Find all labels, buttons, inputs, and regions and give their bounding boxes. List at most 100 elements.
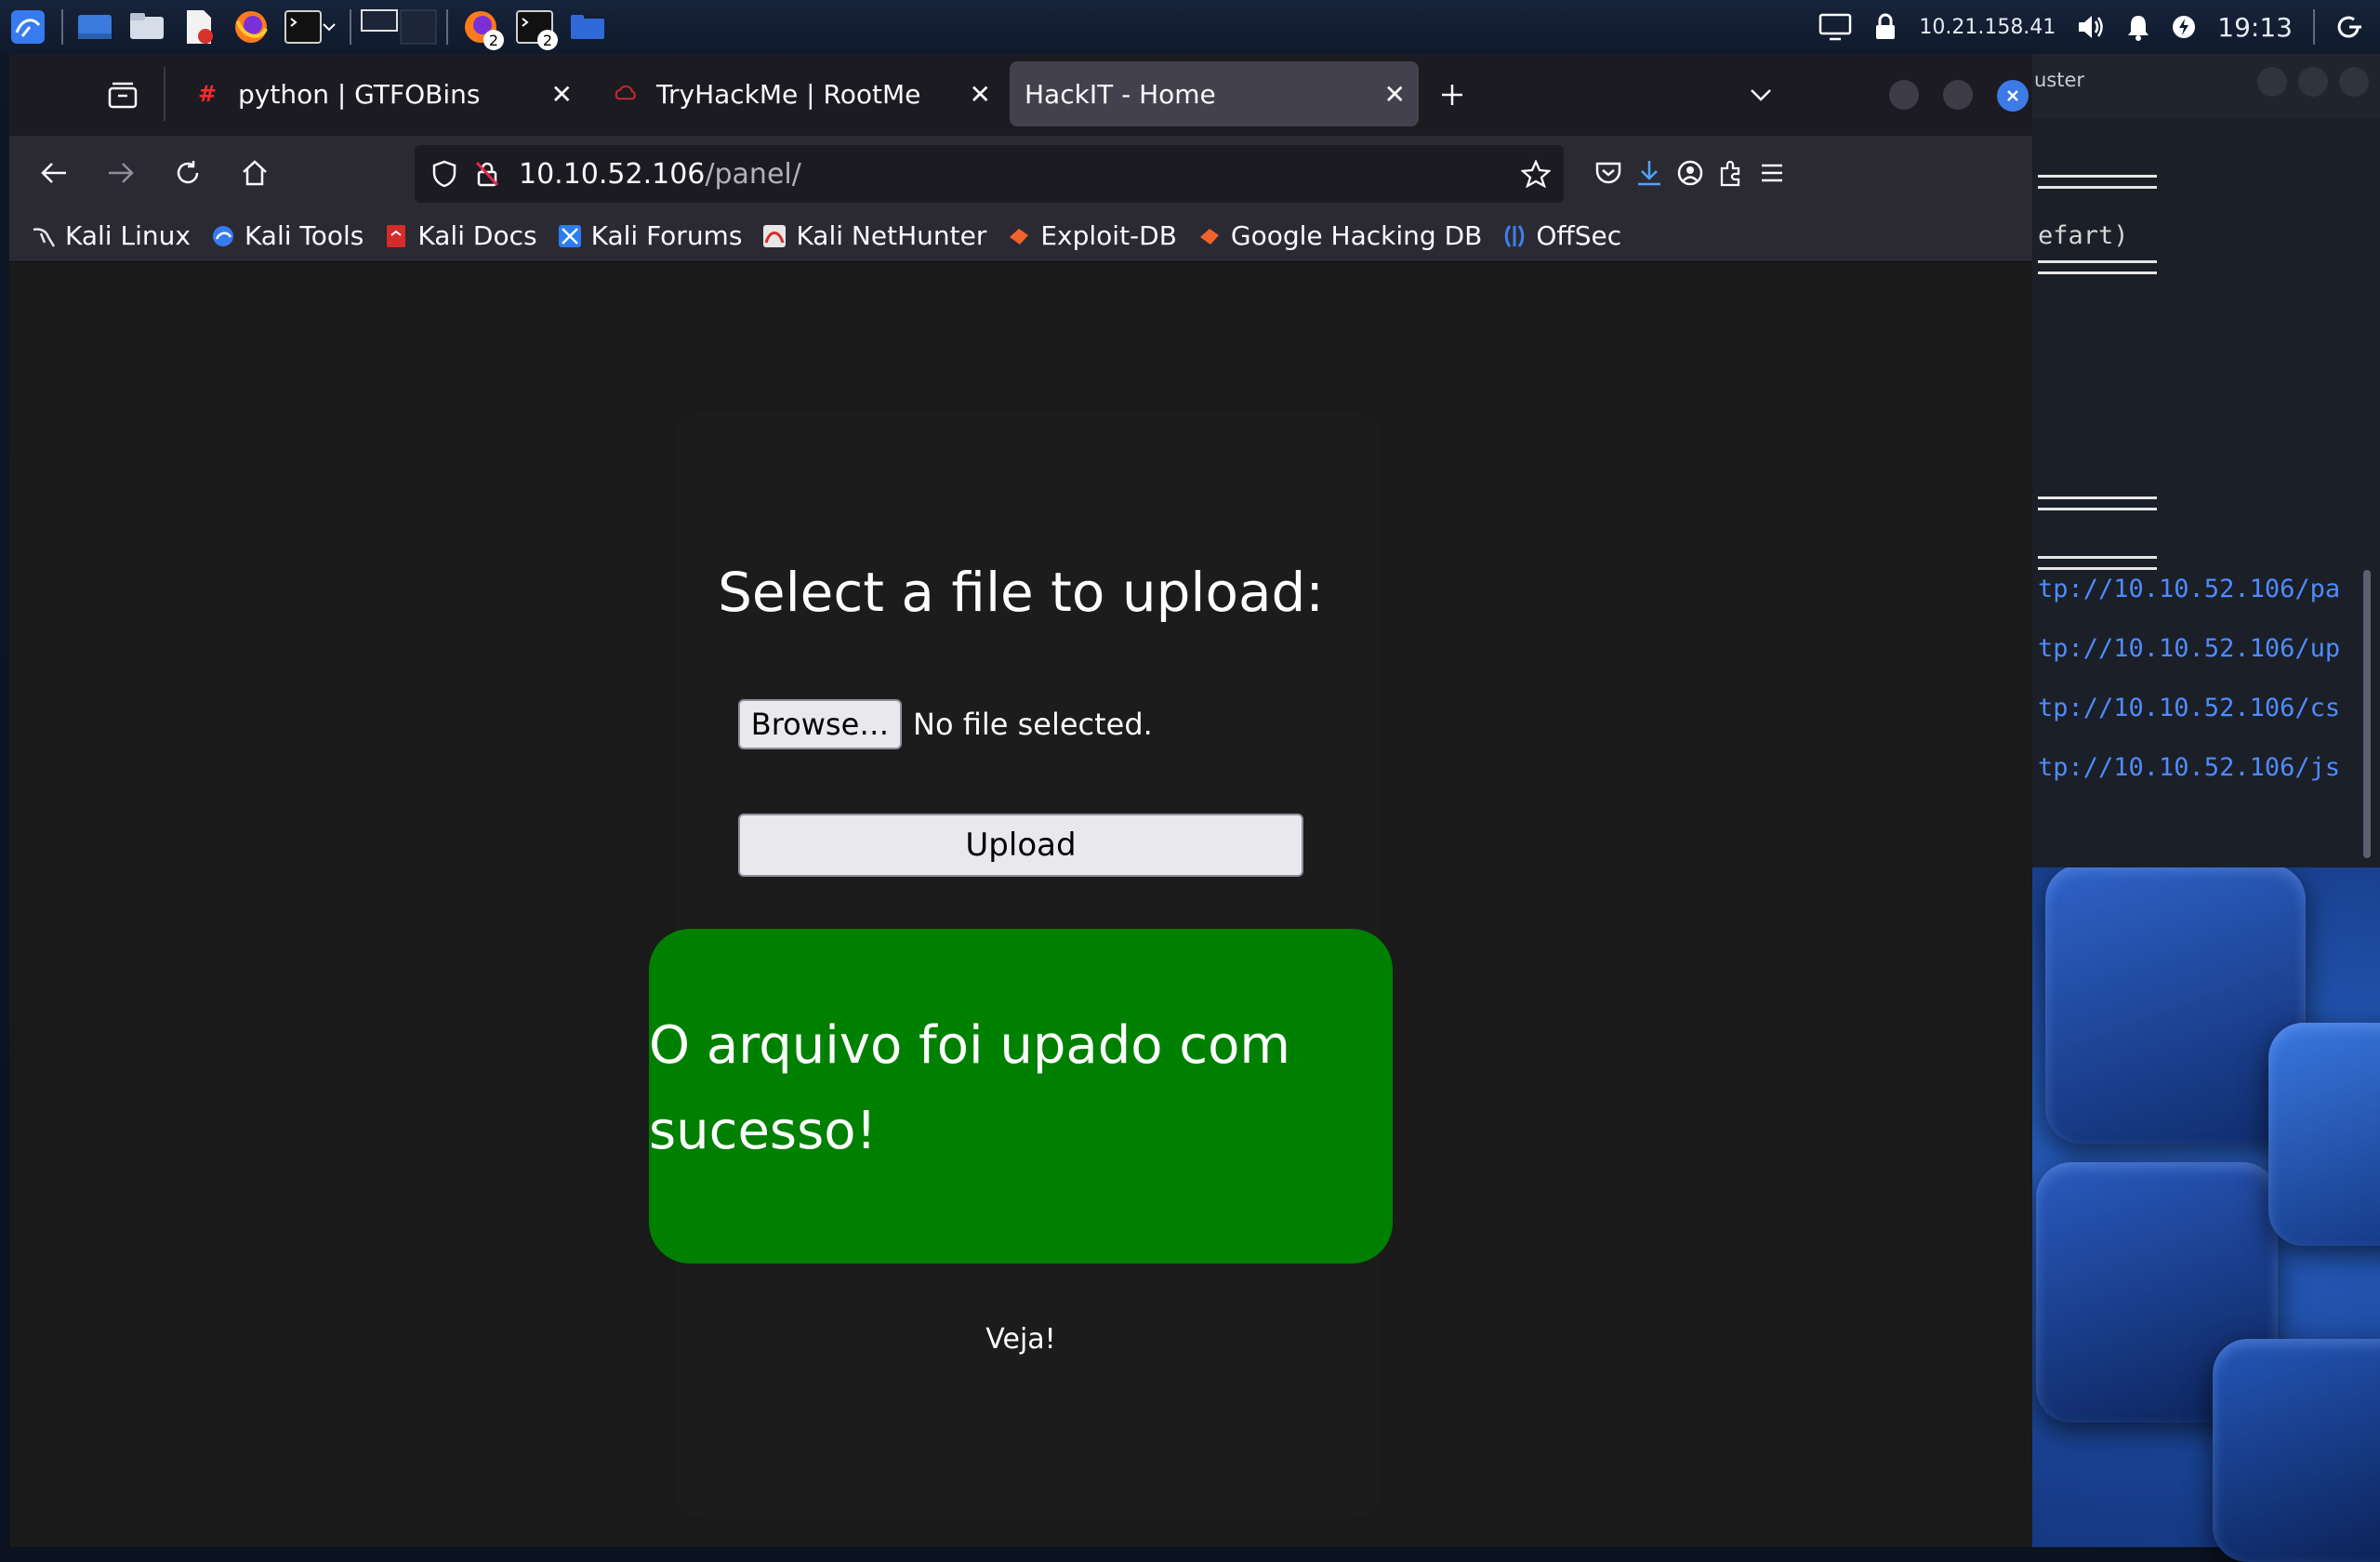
back-button[interactable] <box>33 152 74 193</box>
terminal-window[interactable]: uster efart) tp://10.10.52.106/pa tp://1… <box>2027 54 2380 867</box>
kali-dragon-icon <box>32 224 56 248</box>
terminal-link[interactable]: tp://10.10.52.106/pa <box>2038 575 2340 603</box>
new-tab-button[interactable] <box>1432 74 1473 115</box>
home-icon <box>243 160 267 186</box>
bookmark-kali-docs[interactable]: Kali Docs <box>384 220 537 251</box>
window-count-badge: 2 <box>537 30 558 50</box>
home-button[interactable] <box>234 152 275 193</box>
tab-label: python | GTFOBins <box>238 78 481 110</box>
file-status-text: No file selected. <box>913 707 1153 742</box>
url-bar[interactable]: 10.10.52.106/panel/ <box>415 145 1564 203</box>
terminal-minimize-button[interactable] <box>2257 67 2287 97</box>
bookmark-label: Google Hacking DB <box>1230 220 1483 251</box>
tracking-protection-shield-icon[interactable] <box>431 160 457 188</box>
bookmark-exploit-db[interactable]: Exploit-DB <box>1007 220 1177 251</box>
terminal-link[interactable]: tp://10.10.52.106/up <box>2038 634 2340 663</box>
bookmark-google-hacking-db[interactable]: Google Hacking DB <box>1197 220 1482 251</box>
kali-tools-icon <box>211 224 235 248</box>
bookmark-kali-linux[interactable]: Kali Linux <box>32 220 191 251</box>
close-tab-icon[interactable]: ✕ <box>970 79 991 110</box>
download-icon <box>1638 161 1660 186</box>
tab-bar: # python | GTFOBins ✕ TryHackMe | RootMe… <box>9 54 2032 136</box>
bookmark-star-icon[interactable] <box>1521 160 1551 188</box>
terminal-maximize-button[interactable] <box>2298 67 2328 97</box>
forward-button[interactable] <box>100 152 141 193</box>
account-button[interactable] <box>1670 152 1711 193</box>
taskbar-terminal[interactable]: 2 <box>508 0 562 54</box>
clock[interactable]: 19:13 <box>2217 12 2293 43</box>
url-host: 10.10.52.106 <box>519 157 706 191</box>
firefox-icon[interactable] <box>225 0 277 54</box>
file-manager-icon[interactable] <box>121 0 173 54</box>
web-page: Select a file to upload: Browse… No file… <box>9 263 2032 1547</box>
gtfobins-favicon-icon: # <box>197 81 218 107</box>
minimize-button[interactable] <box>1889 80 1919 110</box>
terminal-title: uster <box>2034 69 2085 91</box>
close-tab-icon[interactable]: ✕ <box>1384 79 1406 110</box>
display-icon[interactable] <box>1818 13 1852 41</box>
reload-button[interactable] <box>167 152 208 193</box>
close-window-button[interactable] <box>1997 80 2029 112</box>
bookmark-kali-forums[interactable]: Kali Forums <box>558 220 742 251</box>
offsec-icon <box>1502 224 1527 248</box>
file-input[interactable]: Browse… No file selected. <box>738 699 1153 749</box>
kali-docs-icon <box>384 224 408 248</box>
bookmark-kali-nethunter[interactable]: Kali NetHunter <box>762 220 986 251</box>
bookmark-kali-tools[interactable]: Kali Tools <box>211 220 364 251</box>
maximize-button[interactable] <box>1943 80 1973 110</box>
view-link[interactable]: Veja! <box>9 1323 2032 1356</box>
terminal-close-button[interactable] <box>2339 67 2369 97</box>
chevron-down-icon <box>1751 89 1771 101</box>
firefox-view-button[interactable] <box>102 74 143 115</box>
kali-forums-icon <box>558 224 582 248</box>
tryhackme-favicon-icon <box>614 82 638 106</box>
puzzle-piece-icon <box>1720 160 1740 187</box>
vpn-lock-icon[interactable] <box>1872 13 1898 41</box>
upload-button[interactable]: Upload <box>738 814 1303 877</box>
terminal-link[interactable]: tp://10.10.52.106/js <box>2038 753 2340 782</box>
terminal-rule <box>2038 175 2157 189</box>
success-message: O arquivo foi upado com sucesso! <box>649 1015 1290 1161</box>
pocket-button[interactable] <box>1588 152 1629 193</box>
tab-tryhackme[interactable]: TryHackMe | RootMe ✕ <box>595 61 1004 126</box>
notification-bell-icon[interactable] <box>2126 13 2150 41</box>
tab-hackit-home[interactable]: HackIT - Home ✕ <box>1010 61 1419 126</box>
insecure-lock-icon[interactable] <box>474 160 500 188</box>
ghdb-icon <box>1197 224 1222 248</box>
show-desktop-icon[interactable] <box>69 0 121 54</box>
app-menu-button[interactable] <box>1752 152 1792 193</box>
folder-icon <box>571 15 604 39</box>
close-tab-icon[interactable]: ✕ <box>551 79 573 110</box>
text-editor-icon[interactable] <box>173 0 225 54</box>
top-panel: 2 2 10.21.158.41 19:13 <box>0 0 2380 54</box>
taskbar-file-manager[interactable] <box>562 0 614 54</box>
terminal-titlebar[interactable]: uster <box>2027 54 2380 119</box>
terminal-launcher-icon[interactable] <box>277 0 344 54</box>
logout-icon[interactable] <box>2335 13 2363 41</box>
arrow-right-icon <box>109 163 134 183</box>
bookmark-label: Kali Linux <box>65 220 191 251</box>
taskbar-firefox[interactable]: 2 <box>454 0 508 54</box>
extensions-button[interactable] <box>1711 152 1752 193</box>
kali-menu-icon[interactable] <box>0 0 56 54</box>
bookmark-label: Exploit-DB <box>1040 220 1177 251</box>
tab-label: TryHackMe | RootMe <box>656 78 921 110</box>
power-manager-icon[interactable] <box>2171 14 2197 40</box>
tab-gtfobins[interactable]: # python | GTFOBins ✕ <box>177 61 586 126</box>
firefox-view-icon <box>108 82 138 109</box>
list-all-tabs-button[interactable] <box>1742 76 1779 113</box>
view-link-text[interactable]: Veja! <box>985 1323 1055 1356</box>
tab-label: HackIT - Home <box>1025 78 1216 110</box>
browser-window: # python | GTFOBins ✕ TryHackMe | RootMe… <box>9 54 2032 1547</box>
downloads-button[interactable] <box>1629 152 1670 193</box>
terminal-line: efart) <box>2038 221 2129 250</box>
terminal-link[interactable]: tp://10.10.52.106/cs <box>2038 694 2340 722</box>
terminal-rule <box>2038 260 2157 274</box>
hamburger-menu-icon <box>1762 164 1782 182</box>
volume-icon[interactable] <box>2076 13 2106 41</box>
bookmark-offsec[interactable]: OffSec <box>1502 220 1621 251</box>
wallpaper-cube <box>2213 1339 2380 1562</box>
workspace-switcher[interactable] <box>357 0 441 54</box>
terminal-scrollbar[interactable] <box>2363 570 2371 858</box>
browse-button[interactable]: Browse… <box>738 699 902 749</box>
